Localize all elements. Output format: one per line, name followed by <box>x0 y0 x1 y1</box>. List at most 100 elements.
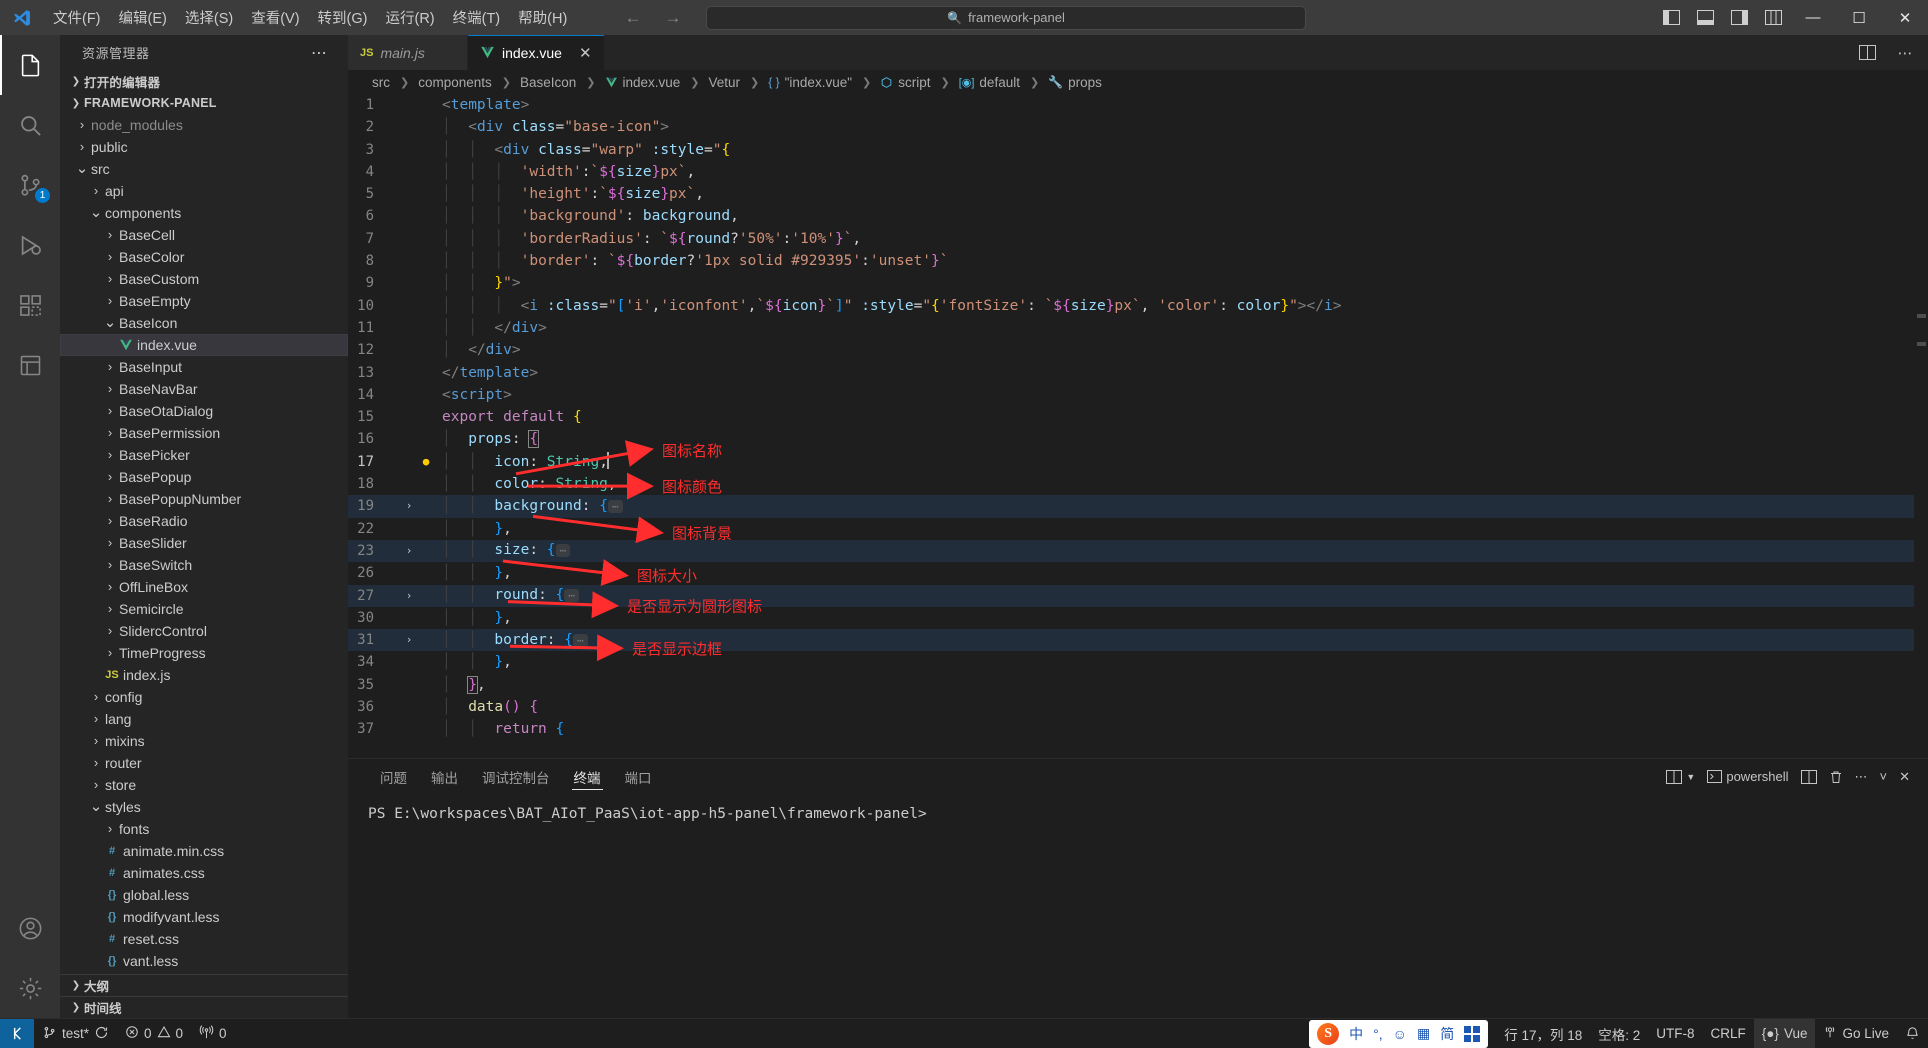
close-icon[interactable]: ✕ <box>569 44 592 62</box>
tree-item-timeprogress[interactable]: › TimeProgress <box>60 642 348 664</box>
keyboard-icon[interactable]: ▦ <box>1417 1025 1430 1042</box>
tree-item-src[interactable]: ⌄ src <box>60 158 348 180</box>
tree-item-baseinput[interactable]: › BaseInput <box>60 356 348 378</box>
panel-tab-output[interactable]: 输出 <box>419 759 470 794</box>
close-window-button[interactable]: ✕ <box>1882 0 1928 35</box>
code-line[interactable]: 23 › │ │ size: {⋯ <box>348 539 1914 563</box>
tree-item-index-vue[interactable]: index.vue <box>60 334 348 356</box>
code-line[interactable]: 35 │ }, <box>348 674 1914 696</box>
chevron-right-icon[interactable]: › <box>102 360 118 374</box>
maximize-window-button[interactable]: ☐ <box>1836 0 1882 35</box>
tree-item-modifyvant-less[interactable]: {} modifyvant.less <box>60 906 348 928</box>
fold-chevron-icon[interactable]: › <box>400 495 418 517</box>
tree-item-basecustom[interactable]: › BaseCustom <box>60 268 348 290</box>
terminal-output[interactable]: PS E:\workspaces\BAT_AIoT_PaaS\iot-app-h… <box>348 794 1928 1018</box>
menu-run[interactable]: 运行(R) <box>376 0 443 35</box>
chevron-right-icon[interactable]: › <box>102 580 118 594</box>
code-line[interactable]: 12 │ </div> <box>348 339 1914 361</box>
chevron-right-icon[interactable]: › <box>102 272 118 286</box>
tree-item-sliderccontrol[interactable]: › SlidercControl <box>60 620 348 642</box>
fold-chevron-icon[interactable]: › <box>400 585 418 607</box>
tab-main-js[interactable]: JS main.js <box>348 35 468 70</box>
launch-profile-button[interactable]: ▼ <box>1660 759 1701 794</box>
breadcrumb-item-index-vue-symbol[interactable]: { } "index.vue" ❯ <box>766 75 878 90</box>
tree-item-components[interactable]: ⌄ components <box>60 202 348 224</box>
arrow-left-icon[interactable]: ← <box>622 7 644 29</box>
code-line[interactable]: 13 </template> <box>348 362 1914 384</box>
code-line[interactable]: 16 │ props: { <box>348 428 1914 450</box>
activitybar-item-explorer[interactable] <box>0 35 60 95</box>
chevron-right-icon[interactable]: › <box>102 294 118 308</box>
tree-item-index-js[interactable]: JS index.js <box>60 664 348 686</box>
status-go-live[interactable]: Go Live <box>1815 1019 1897 1048</box>
remote-window-icon[interactable] <box>0 1018 34 1048</box>
tree-item-baseswitch[interactable]: › BaseSwitch <box>60 554 348 576</box>
chevron-right-icon[interactable]: › <box>102 448 118 462</box>
breadcrumb-item-components[interactable]: components ❯ <box>416 75 518 90</box>
chevron-right-icon[interactable]: › <box>102 470 118 484</box>
code-line[interactable]: 26 │ │ }, <box>348 562 1914 584</box>
chevron-right-icon[interactable]: › <box>102 822 118 836</box>
panel-tab-problems[interactable]: 问题 <box>368 759 419 794</box>
tree-item-animates-css[interactable]: # animates.css <box>60 862 348 884</box>
panel-tab-ports[interactable]: 端口 <box>613 759 664 794</box>
tree-item-vant-less[interactable]: {} vant.less <box>60 950 348 972</box>
chevron-right-icon[interactable]: › <box>102 228 118 242</box>
chevron-right-icon[interactable]: › <box>88 712 104 726</box>
chevron-right-icon[interactable]: › <box>88 184 104 198</box>
status-eol[interactable]: CRLF <box>1703 1019 1754 1048</box>
code-line[interactable]: 22 │ │ }, <box>348 518 1914 540</box>
code-line[interactable]: 8 │ │ │ 'border': `${border?'1px solid #9… <box>348 250 1914 272</box>
activitybar-item-settings-gear-icon[interactable] <box>0 958 60 1018</box>
tree-item-baseslider[interactable]: › BaseSlider <box>60 532 348 554</box>
split-editor-icon[interactable] <box>1856 42 1878 64</box>
chevron-right-icon[interactable]: › <box>74 118 90 132</box>
code-line[interactable]: 14 <script> <box>348 384 1914 406</box>
tree-item-styles[interactable]: ⌄ styles <box>60 796 348 818</box>
status-problems[interactable]: 0 0 <box>117 1019 191 1048</box>
panel-tab-debug-console[interactable]: 调试控制台 <box>470 759 562 794</box>
chevron-right-icon[interactable]: › <box>88 734 104 748</box>
tree-item-semicircle[interactable]: › Semicircle <box>60 598 348 620</box>
chevron-right-icon[interactable]: › <box>102 536 118 550</box>
file-tree[interactable]: › node_modules › public ⌄ src › api ⌄ components ›… <box>60 114 348 974</box>
tree-item-fonts[interactable]: › fonts <box>60 818 348 840</box>
tree-item-basecolor[interactable]: › BaseColor <box>60 246 348 268</box>
code-line[interactable]: 37 │ │ return { <box>348 718 1914 740</box>
tree-item-baseempty[interactable]: › BaseEmpty <box>60 290 348 312</box>
code-line[interactable]: 17 ● │ │ icon: String, <box>348 451 1914 473</box>
code-line[interactable]: 5 │ │ │ 'height':`${size}px`, <box>348 183 1914 205</box>
code-line[interactable]: 9 │ │ }"> <box>348 272 1914 294</box>
status-encoding[interactable]: UTF-8 <box>1648 1019 1702 1048</box>
chevron-right-icon[interactable]: › <box>102 382 118 396</box>
layout-sidebar-right-icon[interactable] <box>1722 0 1756 35</box>
tree-item-offlinebox[interactable]: › OffLineBox <box>60 576 348 598</box>
code-lines[interactable]: 1 <template> 2 │ <div class="base-icon"> 3 │ … <box>348 94 1914 758</box>
breadcrumb-item-props[interactable]: 🔧 props <box>1046 75 1104 90</box>
tree-item-reset-css[interactable]: # reset.css <box>60 928 348 950</box>
activitybar-item-source-control[interactable]: 1 <box>0 155 60 215</box>
breadcrumb-item-vetur[interactable]: Vetur ❯ <box>707 75 767 90</box>
outline-section[interactable]: ❯ 大纲 <box>60 974 348 996</box>
menu-help[interactable]: 帮助(H) <box>509 0 576 35</box>
status-indentation[interactable]: 空格: 2 <box>1590 1019 1648 1048</box>
code-line[interactable]: 7 │ │ │ 'borderRadius': `${round?'50%':'1… <box>348 228 1914 250</box>
code-line[interactable]: 3 │ │ <div class="warp" :style="{ <box>348 139 1914 161</box>
lightbulb-icon[interactable]: ● <box>418 450 434 473</box>
chevron-right-icon[interactable]: › <box>102 624 118 638</box>
menu-view[interactable]: 查看(V) <box>242 0 308 35</box>
code-line[interactable]: 15 export default { <box>348 406 1914 428</box>
chevron-right-icon[interactable]: › <box>102 426 118 440</box>
fold-chevron-icon[interactable]: › <box>400 540 418 562</box>
simplified-chinese-toggle[interactable]: 简 <box>1440 1024 1454 1044</box>
chevron-right-icon[interactable]: › <box>88 690 104 704</box>
chevron-right-icon[interactable]: › <box>74 140 90 154</box>
sogou-ime-icon[interactable]: S <box>1317 1022 1340 1045</box>
activitybar-item-search[interactable] <box>0 95 60 155</box>
ime-punctuation-toggle[interactable]: °, <box>1373 1026 1383 1042</box>
menu-edit[interactable]: 编辑(E) <box>110 0 176 35</box>
overview-ruler[interactable] <box>1914 94 1928 758</box>
terminal-shell-label[interactable]: powershell <box>1701 759 1794 794</box>
code-line[interactable]: 10 │ │ │ <i :class="['i','iconfont',`${ic… <box>348 295 1914 317</box>
chevron-down-icon[interactable]: ⌄ <box>74 161 90 176</box>
